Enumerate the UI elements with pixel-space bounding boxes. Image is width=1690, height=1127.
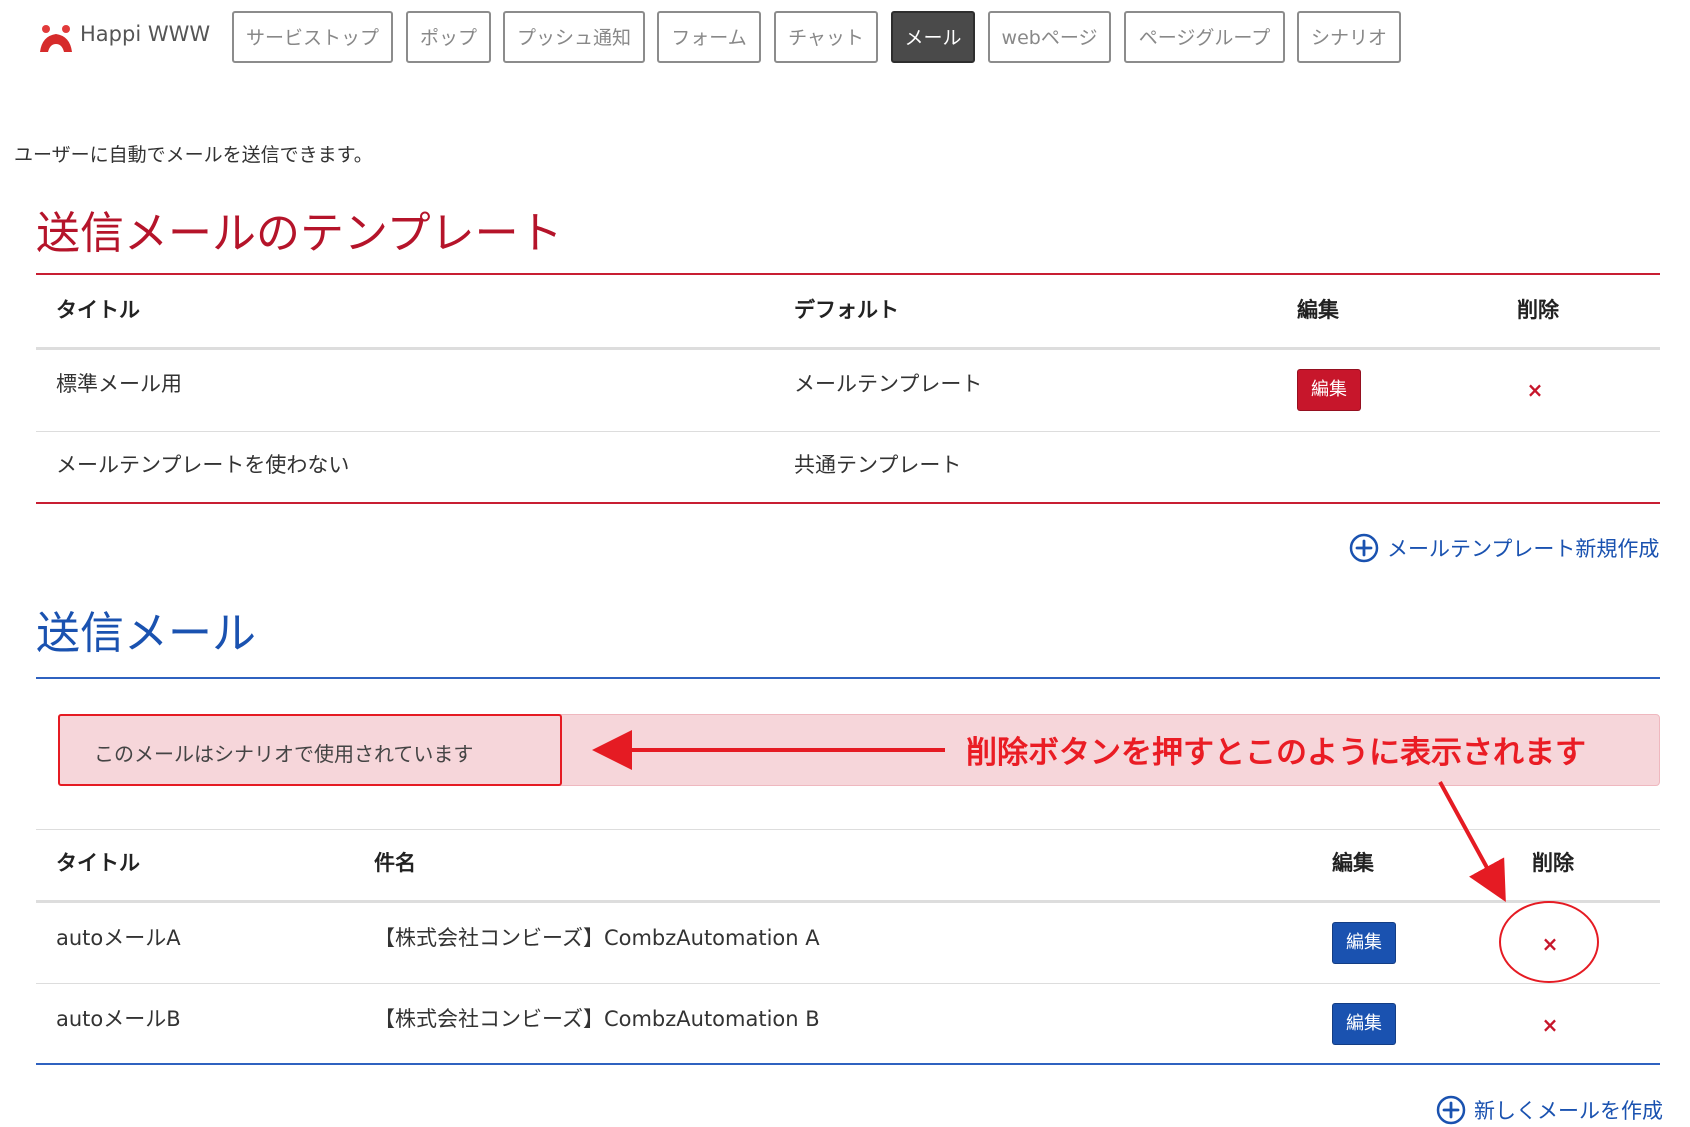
tab-chat[interactable]: チャット [774, 11, 878, 63]
edit-button[interactable]: 編集 [1297, 369, 1361, 411]
edit-button[interactable]: 編集 [1332, 1003, 1396, 1045]
happi-logo-icon [40, 25, 72, 52]
tab-scenario[interactable]: シナリオ [1297, 11, 1401, 63]
col-header-edit: 編集 [1332, 851, 1374, 875]
template-title: メールテンプレートを使わない [56, 453, 350, 477]
mail-title: autoメールA [56, 926, 181, 950]
col-header-delete: 削除 [1532, 851, 1574, 875]
tab-service-top[interactable]: サービストップ [232, 11, 393, 63]
add-mail-label: 新しくメールを作成 [1474, 1099, 1663, 1123]
page-description: ユーザーに自動でメールを送信できます。 [14, 144, 373, 166]
tab-form[interactable]: フォーム [657, 11, 761, 63]
plus-circle-icon [1349, 533, 1379, 563]
table-top-divider [36, 829, 1660, 830]
tab-push-notification[interactable]: プッシュ通知 [503, 11, 645, 63]
mail-title: autoメールB [56, 1007, 181, 1031]
template-title: 標準メール用 [56, 372, 182, 396]
mails-heading-divider [36, 677, 1660, 679]
add-template-link[interactable]: メールテンプレート新規作成 [1349, 533, 1659, 563]
col-header-subject: 件名 [374, 851, 416, 875]
col-header-delete: 削除 [1517, 298, 1559, 322]
col-header-title: タイトル [56, 851, 140, 875]
arrow-to-delete-icon [1438, 781, 1506, 903]
templates-table-bottom-divider [36, 502, 1660, 504]
templates-heading-divider [36, 273, 1660, 275]
mails-heading: 送信メール [36, 608, 256, 659]
annotation-arrows [592, 730, 1599, 983]
col-header-title: タイトル [56, 298, 140, 322]
page: Happi WWW サービストップ ポップ プッシュ通知 フォーム チャット メ… [0, 0, 1690, 1127]
mails-table-bottom-divider [36, 1063, 1660, 1065]
template-default: 共通テンプレート [794, 453, 962, 477]
row-divider [36, 431, 1660, 432]
row-divider [36, 983, 1660, 984]
table-header-divider [36, 900, 1660, 903]
tab-page-group[interactable]: ページグループ [1124, 11, 1285, 63]
add-template-label: メールテンプレート新規作成 [1387, 537, 1660, 561]
annotation-highlight-box [58, 714, 562, 786]
mail-subject: 【株式会社コンビーズ】CombzAutomation A [374, 926, 820, 950]
delete-icon[interactable]: × [1538, 932, 1562, 956]
table-header-divider [36, 347, 1660, 350]
top-nav: Happi WWW サービストップ ポップ プッシュ通知 フォーム チャット メ… [0, 0, 1690, 80]
plus-circle-icon [1436, 1095, 1466, 1125]
add-mail-link[interactable]: 新しくメールを作成 [1436, 1095, 1663, 1125]
edit-button[interactable]: 編集 [1332, 922, 1396, 964]
delete-icon[interactable]: × [1523, 378, 1547, 402]
annotation-callout-text: 削除ボタンを押すとこのように表示されます [966, 735, 1586, 771]
col-header-default: デフォルト [794, 298, 899, 322]
templates-heading: 送信メールのテンプレート [36, 208, 563, 259]
tab-web-page[interactable]: webページ [988, 11, 1111, 63]
tab-mail[interactable]: メール [891, 11, 975, 63]
template-default: メールテンプレート [794, 372, 983, 396]
brand-name[interactable]: Happi WWW [80, 22, 210, 46]
delete-icon[interactable]: × [1538, 1013, 1562, 1037]
mail-subject: 【株式会社コンビーズ】CombzAutomation B [374, 1007, 820, 1031]
tab-pop[interactable]: ポップ [406, 11, 491, 63]
col-header-edit: 編集 [1297, 298, 1339, 322]
